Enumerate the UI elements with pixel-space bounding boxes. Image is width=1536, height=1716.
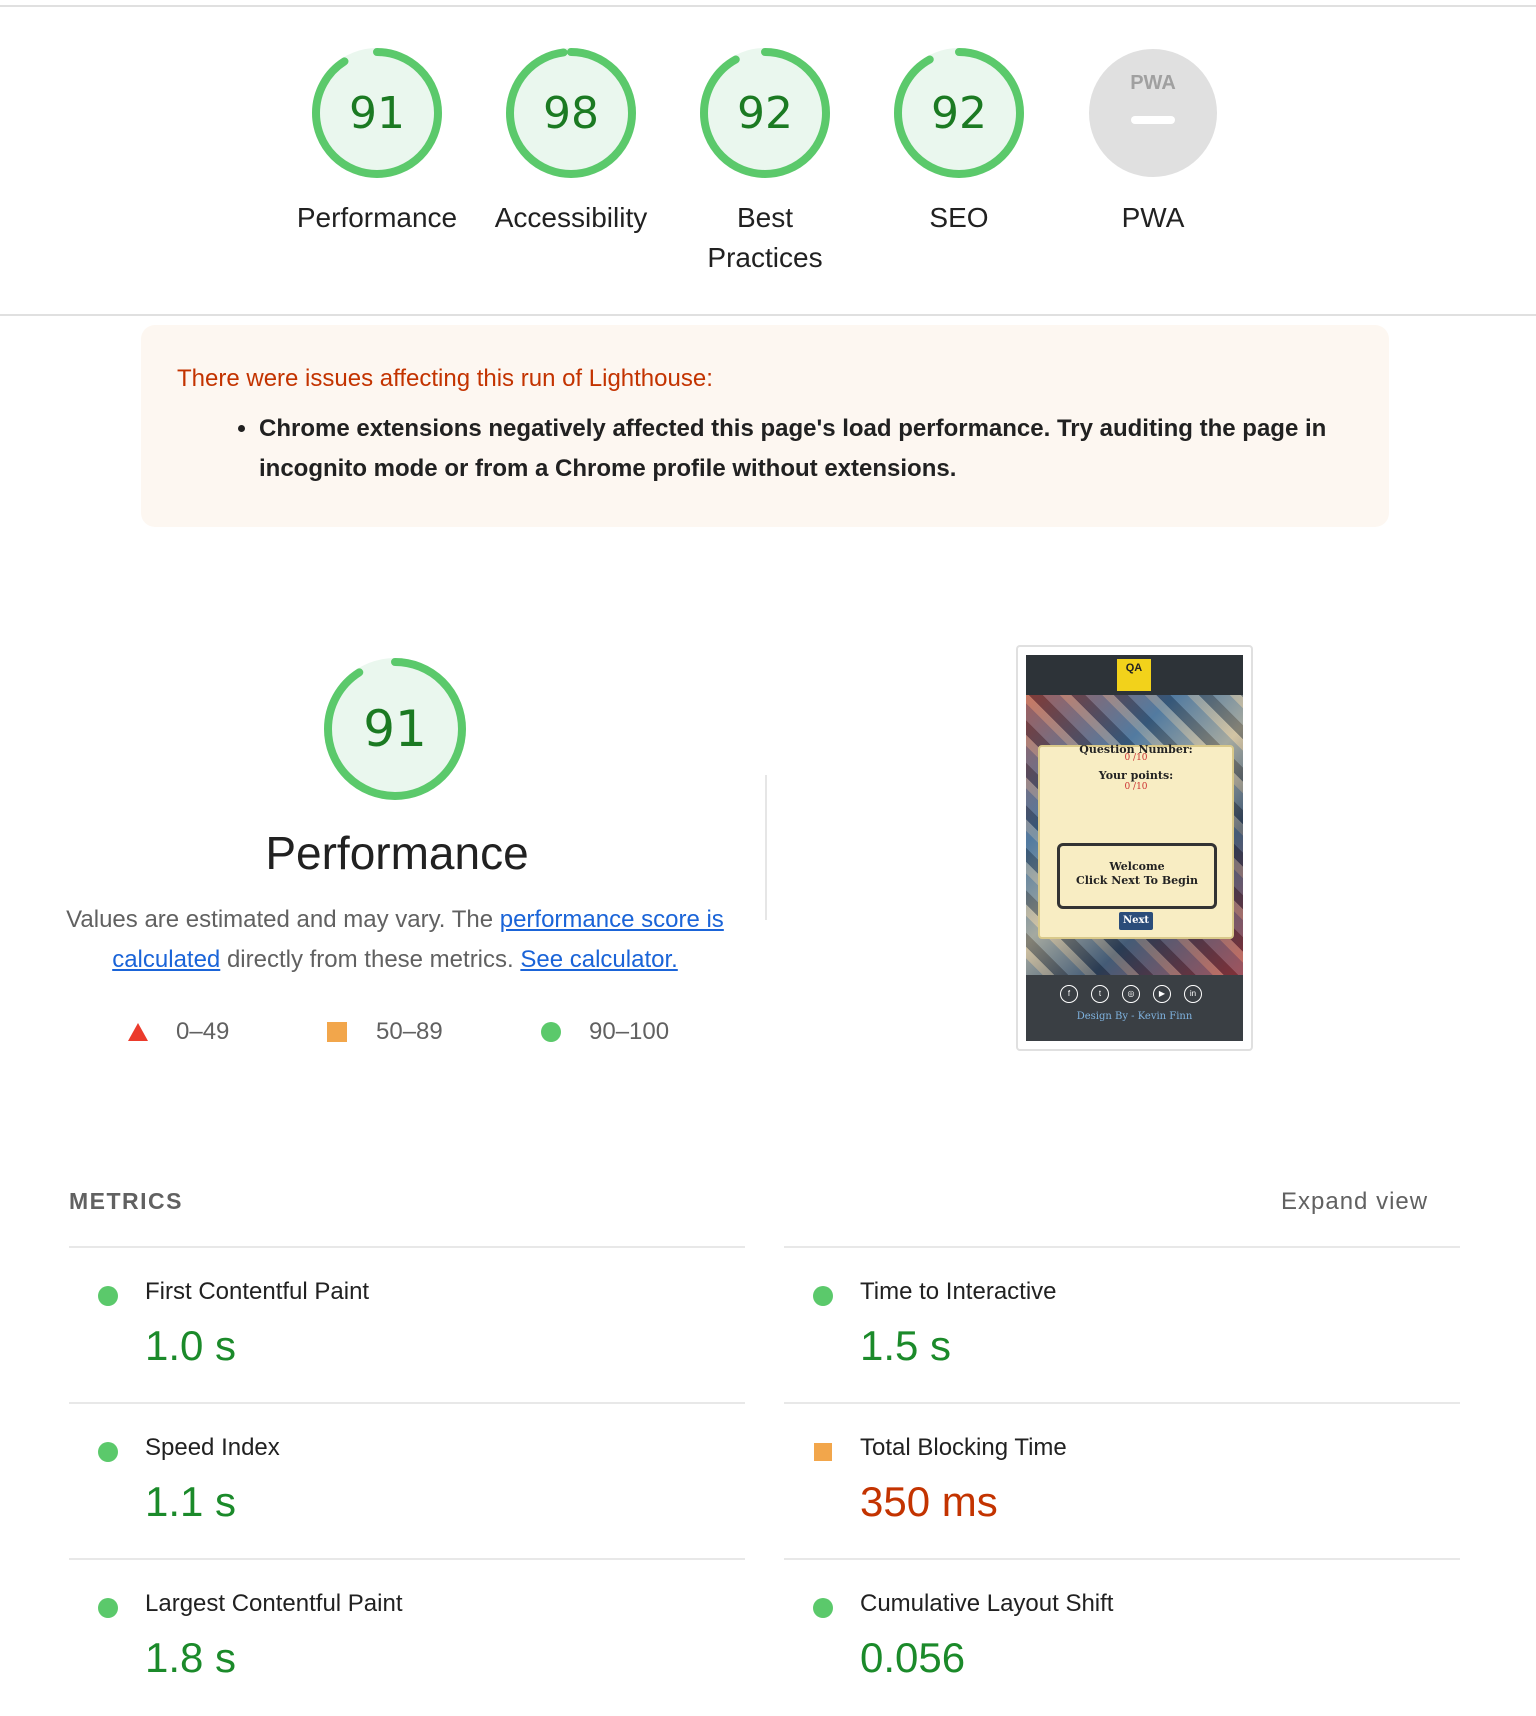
gauge-best-practices[interactable]: 92 Best Practices bbox=[670, 46, 860, 278]
welcome-box: Welcome Click Next To Begin bbox=[1057, 843, 1217, 909]
warning-list: Chrome extensions negatively affected th… bbox=[219, 409, 1369, 489]
score-ring: 91 bbox=[312, 48, 442, 178]
linkedin-icon: in bbox=[1184, 985, 1202, 1003]
triangle-icon bbox=[128, 1023, 148, 1041]
metric-value: 1.5 s bbox=[860, 1322, 952, 1369]
pwa-icon: PWA bbox=[1089, 49, 1217, 177]
metric-value: 1.8 s bbox=[145, 1634, 237, 1681]
legend-range: 0–49 bbox=[176, 1018, 230, 1045]
metric-name: Time to Interactive bbox=[860, 1278, 1057, 1305]
circle-icon bbox=[541, 1022, 561, 1042]
facebook-icon: f bbox=[1060, 985, 1078, 1003]
metric-cumulative-layout-shift[interactable]: Cumulative Layout Shift 0.056 bbox=[784, 1558, 1460, 1716]
gauge-score: 92 bbox=[931, 88, 987, 139]
gauge-score: 91 bbox=[349, 88, 405, 139]
warning-title: There were issues affecting this run of … bbox=[177, 365, 713, 392]
youtube-icon: ▶ bbox=[1153, 985, 1171, 1003]
quiz-card: Question Number: 0 /10 Your points: 0 /1… bbox=[1038, 743, 1234, 939]
gauge-label: SEO bbox=[929, 202, 989, 233]
twitter-icon: t bbox=[1091, 985, 1109, 1003]
points-value: 0 /10 bbox=[1124, 782, 1148, 792]
instagram-icon: ◎ bbox=[1122, 985, 1140, 1003]
performance-score-gauge: 91 bbox=[324, 658, 466, 800]
site-logo: QA bbox=[1117, 659, 1151, 691]
question-value: 0 /10 bbox=[1124, 753, 1148, 763]
metric-name: First Contentful Paint bbox=[145, 1278, 370, 1305]
gauge-label: Best Practices bbox=[707, 202, 823, 273]
gauge-score: 98 bbox=[543, 88, 599, 139]
footer-credit: Design By - Kevin Finn bbox=[1076, 1011, 1193, 1022]
metric-time-to-interactive[interactable]: Time to Interactive 1.5 s bbox=[784, 1246, 1460, 1404]
performance-title: Performance bbox=[265, 827, 529, 879]
metric-largest-contentful-paint[interactable]: Largest Contentful Paint 1.8 s bbox=[69, 1558, 745, 1716]
gauge-label: PWA bbox=[1121, 202, 1185, 233]
instruction-text: Click Next To Begin bbox=[1075, 874, 1199, 887]
site-header: QA bbox=[1026, 655, 1243, 695]
performance-description: Values are estimated and may vary. The p… bbox=[60, 900, 730, 980]
description-text: directly from these metrics. bbox=[220, 946, 521, 973]
gauge-accessibility[interactable]: 98 Accessibility bbox=[476, 46, 666, 238]
metric-name: Largest Contentful Paint bbox=[145, 1590, 403, 1617]
next-button: Next bbox=[1119, 912, 1153, 930]
average-square-icon bbox=[814, 1443, 832, 1461]
gauge-score: 92 bbox=[737, 88, 793, 139]
metric-name: Total Blocking Time bbox=[860, 1434, 1067, 1461]
square-icon bbox=[327, 1022, 347, 1042]
vertical-divider bbox=[765, 775, 767, 920]
legend-pass: 90–100 bbox=[541, 1016, 701, 1048]
svg-text:PWA: PWA bbox=[1130, 72, 1176, 94]
metric-name: Cumulative Layout Shift bbox=[860, 1590, 1114, 1617]
pass-circle-icon bbox=[98, 1598, 118, 1618]
gauge-label: Performance bbox=[296, 202, 458, 233]
run-warnings: There were issues affecting this run of … bbox=[141, 325, 1389, 527]
social-icons: f t ◎ ▶ in bbox=[1060, 985, 1210, 1003]
screenshot-image: QA Question Number: 0 /10 Your points: 0… bbox=[1026, 655, 1243, 1041]
metric-value: 1.0 s bbox=[145, 1322, 237, 1369]
metric-speed-index[interactable]: Speed Index 1.1 s bbox=[69, 1402, 745, 1560]
legend-range: 50–89 bbox=[376, 1018, 443, 1045]
pass-circle-icon bbox=[98, 1286, 118, 1306]
final-screenshot[interactable]: QA Question Number: 0 /10 Your points: 0… bbox=[1016, 645, 1253, 1051]
legend-average: 50–89 bbox=[327, 1016, 467, 1048]
section-divider bbox=[0, 314, 1536, 316]
points-label: Your points: bbox=[1098, 769, 1174, 782]
score-ring: 98 bbox=[506, 48, 636, 178]
performance-score: 91 bbox=[363, 700, 427, 758]
description-text: Values are estimated and may vary. The bbox=[66, 906, 500, 933]
metric-value: 0.056 bbox=[860, 1634, 966, 1681]
legend-fail: 0–49 bbox=[127, 1016, 247, 1048]
pass-circle-icon bbox=[98, 1442, 118, 1462]
gauge-pwa[interactable]: PWA PWA bbox=[1058, 46, 1248, 238]
pass-circle-icon bbox=[813, 1598, 833, 1618]
pass-circle-icon bbox=[813, 1286, 833, 1306]
welcome-text: Welcome bbox=[1109, 860, 1165, 873]
warning-item: Chrome extensions negatively affected th… bbox=[259, 409, 1369, 489]
gauge-label: Accessibility bbox=[494, 202, 648, 233]
legend-range: 90–100 bbox=[589, 1018, 670, 1045]
metric-value: 350 ms bbox=[860, 1478, 998, 1525]
see-calculator-link[interactable]: See calculator. bbox=[520, 946, 677, 973]
gauge-performance[interactable]: 91 Performance bbox=[282, 46, 472, 238]
site-footer: f t ◎ ▶ in Design By - Kevin Finn bbox=[1026, 975, 1243, 1041]
metric-first-contentful-paint[interactable]: First Contentful Paint 1.0 s bbox=[69, 1246, 745, 1404]
metric-total-blocking-time[interactable]: Total Blocking Time 350 ms bbox=[784, 1402, 1460, 1560]
score-ring: 92 bbox=[700, 48, 830, 178]
top-divider bbox=[0, 5, 1536, 7]
metrics-heading: METRICS bbox=[69, 1188, 183, 1214]
gauge-seo[interactable]: 92 SEO bbox=[864, 46, 1054, 238]
expand-view-toggle[interactable]: Expand view bbox=[1281, 1188, 1428, 1216]
metric-value: 1.1 s bbox=[145, 1478, 237, 1525]
score-ring: 92 bbox=[894, 48, 1024, 178]
metric-name: Speed Index bbox=[145, 1434, 280, 1461]
